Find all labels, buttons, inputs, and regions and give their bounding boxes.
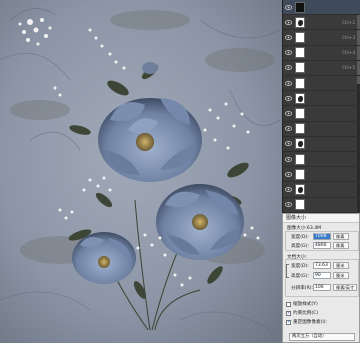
layer-thumbnail — [295, 138, 305, 150]
scale-styles-checkbox[interactable] — [286, 302, 291, 307]
layer-row[interactable] — [283, 106, 360, 122]
layer-shortcut: Ctrl+4 — [341, 50, 355, 56]
layer-thumbnail — [295, 153, 305, 165]
layer-row[interactable]: Ctrl+2 — [283, 15, 360, 31]
layer-thumbnail — [295, 92, 305, 104]
constrain-proportions-checkbox[interactable] — [286, 310, 291, 316]
resample-checkbox[interactable] — [286, 319, 291, 325]
eye-icon[interactable] — [283, 0, 293, 14]
layer-row[interactable] — [283, 137, 360, 152]
width-unit-select[interactable]: 像素 — [333, 233, 349, 240]
eye-icon[interactable] — [283, 167, 293, 181]
height-unit-select[interactable]: 像素 — [333, 242, 349, 249]
eye-icon[interactable] — [283, 30, 293, 44]
layers-panel: Ctrl+2 Ctrl+3 Ctrl+4 Ctrl+5 — [282, 0, 360, 213]
layer-row[interactable] — [283, 182, 360, 198]
layer-row[interactable] — [283, 76, 360, 92]
eye-icon[interactable] — [283, 137, 293, 151]
layer-thumbnail — [295, 107, 305, 119]
layer-thumbnail — [295, 183, 305, 195]
layer-row[interactable]: Ctrl+3 — [283, 30, 360, 46]
doc-height-unit-select[interactable]: 厘米 — [333, 272, 349, 279]
eye-icon[interactable] — [283, 61, 293, 75]
layer-thumbnail — [295, 199, 305, 211]
layer-row[interactable]: Ctrl+5 — [283, 61, 360, 76]
resolution-label: 分辨率(R): — [291, 286, 314, 291]
layer-thumbnail — [295, 168, 305, 180]
layer-shortcut: Ctrl+2 — [341, 19, 355, 25]
eye-icon[interactable] — [283, 122, 293, 136]
doc-width-input[interactable]: 73.63 — [313, 262, 331, 269]
resolution-unit-select[interactable]: 像素/英寸 — [333, 284, 357, 291]
layer-row[interactable] — [283, 152, 360, 168]
width-input[interactable]: 7008 — [313, 233, 331, 240]
constrain-proportions-label: 约束比例(C) — [293, 311, 319, 316]
layer-row[interactable] — [283, 198, 360, 213]
doc-height-input[interactable]: 90 — [313, 272, 331, 279]
floral-artwork — [0, 0, 282, 343]
layer-row[interactable] — [283, 122, 360, 137]
layer-thumbnail — [295, 123, 305, 135]
dialog-title: 图像大小 — [283, 214, 359, 223]
width-label: 宽度(D): — [291, 235, 309, 240]
eye-icon[interactable] — [283, 91, 293, 105]
doc-width-unit-select[interactable]: 厘米 — [333, 262, 349, 269]
layer-row[interactable]: Ctrl+4 — [283, 46, 360, 61]
doc-height-label: 高度(G): — [291, 274, 309, 279]
eye-icon[interactable] — [283, 15, 293, 29]
layer-thumbnail — [295, 16, 305, 28]
image-size-dialog: 图像大小 图像大小:63.4M 宽度(D): 7008 像素 高度(G): 48… — [282, 213, 360, 343]
doc-width-label: 宽度(D): — [291, 264, 309, 269]
link-icon — [286, 264, 289, 278]
layer-thumbnail — [295, 77, 305, 89]
resample-label: 重定图像像素(I): — [293, 320, 328, 325]
eye-icon[interactable] — [283, 152, 293, 166]
eye-icon[interactable] — [283, 198, 293, 212]
eye-icon[interactable] — [283, 106, 293, 120]
resample-method-select[interactable]: 两次立方（自动） — [289, 333, 355, 341]
height-input[interactable]: 4800 — [313, 242, 331, 249]
scale-styles-label: 缩放样式(Y) — [293, 302, 318, 307]
eye-icon[interactable] — [283, 46, 293, 60]
layer-row[interactable] — [283, 91, 360, 107]
layer-thumbnail — [295, 62, 305, 74]
height-label: 高度(G): — [291, 244, 309, 249]
eye-icon[interactable] — [283, 182, 293, 196]
layer-row[interactable] — [283, 167, 360, 183]
layer-row[interactable] — [283, 0, 360, 16]
layer-shortcut: Ctrl+5 — [341, 65, 355, 71]
layer-shortcut: Ctrl+3 — [341, 34, 355, 40]
layer-thumbnail — [295, 1, 305, 13]
eye-icon[interactable] — [283, 76, 293, 90]
layer-thumbnail — [295, 31, 305, 43]
layer-thumbnail — [295, 47, 305, 59]
document-canvas[interactable] — [0, 0, 282, 343]
resolution-input[interactable]: 100 — [313, 284, 331, 291]
